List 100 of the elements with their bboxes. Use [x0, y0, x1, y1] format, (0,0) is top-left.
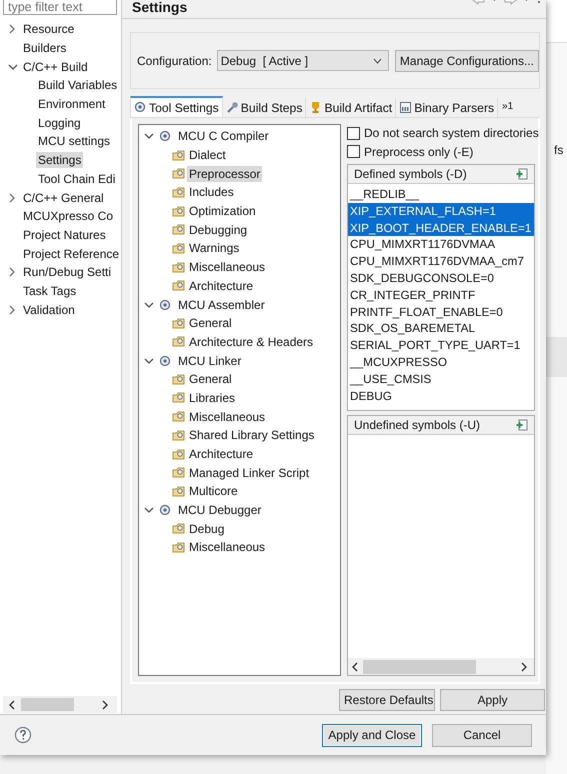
background-text: fs — [553, 143, 564, 157]
folder-gear-icon — [172, 186, 185, 199]
tree-item[interactable]: Managed Linker Script — [187, 464, 312, 481]
folder-gear-icon — [172, 522, 185, 536]
folder-gear-icon — [172, 410, 185, 424]
tree-category[interactable]: MCU C Compiler — [176, 128, 271, 144]
nav-item[interactable]: Project Reference — [21, 246, 121, 262]
tree-category[interactable]: MCU Debugger — [176, 502, 264, 518]
filter-field[interactable]: type filter text — [3, 0, 117, 15]
folder-gear-icon — [172, 242, 185, 255]
tree-item[interactable]: Miscellaneous — [187, 539, 268, 556]
symbol-item[interactable]: PRINTF_FLOAT_ENABLE=0 — [348, 304, 534, 320]
tab[interactable]: Build Artifact — [306, 98, 396, 117]
symbol-item[interactable]: XIP_EXTERNAL_FLASH=1 — [348, 202, 534, 220]
tree-item[interactable]: Debug — [187, 520, 226, 537]
folder-gear-icon — [172, 167, 185, 180]
tree-item[interactable]: Preprocessor — [187, 166, 262, 182]
nav-item[interactable]: Project Natures — [21, 226, 108, 243]
apply-and-close-button[interactable]: Apply and Close — [322, 724, 422, 746]
cancel-button[interactable]: Cancel — [432, 724, 532, 746]
tree-item[interactable]: Shared Library Settings — [187, 427, 316, 444]
tree-item[interactable]: Warnings — [187, 240, 242, 256]
folder-gear-icon — [172, 204, 185, 218]
folder-gear-icon — [172, 540, 185, 554]
tab[interactable]: Build Steps — [222, 98, 306, 117]
symbol-item[interactable]: SDK_OS_BAREMETAL — [348, 320, 534, 338]
configuration-label: Configuration: — [137, 54, 212, 68]
manage-configurations-button[interactable]: Manage Configurations... — [394, 50, 539, 72]
symbol-item[interactable]: SERIAL_PORT_TYPE_UART=1 — [348, 337, 534, 354]
nav-item[interactable]: Build Variables — [36, 77, 120, 94]
tree-item[interactable]: Dialect — [187, 147, 228, 164]
tree-item[interactable]: Architecture — [187, 446, 256, 462]
add-icon[interactable] — [516, 168, 528, 180]
folder-gear-icon — [172, 316, 185, 330]
tab[interactable]: Tool Settings — [130, 96, 223, 117]
folder-gear-icon — [172, 335, 185, 348]
nav-item[interactable]: MCU settings — [36, 133, 112, 150]
nav-item[interactable]: Tool Chain Edi — [36, 170, 118, 187]
nav-item[interactable]: Settings — [36, 152, 84, 168]
nav-item[interactable]: C/C++ General — [21, 190, 106, 206]
folder-gear-icon — [172, 372, 185, 386]
tree-category[interactable]: MCU Assembler — [176, 296, 267, 313]
scroll-left-icon — [351, 662, 359, 672]
symbol-item[interactable]: CR_INTEGER_PRINTF — [348, 286, 534, 304]
chevron-down-icon — [372, 58, 382, 64]
tab[interactable]: Binary Parsers — [396, 98, 498, 117]
folder-gear-icon — [172, 148, 185, 162]
wrench-icon — [226, 101, 239, 114]
nav-item[interactable]: MCUXpresso Co — [21, 208, 116, 224]
folder-gear-icon — [172, 391, 185, 404]
scroll-right-icon — [520, 662, 528, 672]
page-title: Settings — [132, 0, 188, 15]
symbol-item[interactable]: __REDLIB__ — [348, 186, 534, 203]
horizontal-scrollbar[interactable] — [3, 696, 117, 713]
nav-item[interactable]: Logging — [36, 114, 83, 131]
nav-item[interactable]: Resource — [21, 21, 76, 38]
nav-item[interactable]: Builders — [21, 40, 68, 56]
symbol-item[interactable]: SDK_DEBUGCONSOLE=0 — [348, 270, 534, 287]
tree-item[interactable]: General — [187, 371, 234, 388]
tree-item[interactable]: Miscellaneous — [187, 259, 268, 276]
folder-gear-icon — [172, 279, 185, 292]
help-icon[interactable] — [14, 726, 32, 744]
tree-item[interactable]: General — [187, 315, 234, 332]
symbol-item[interactable]: __USE_CMSIS — [348, 370, 534, 388]
configuration-dropdown[interactable]: Debug [ Active ] — [216, 50, 389, 71]
folder-gear-icon — [172, 448, 185, 461]
checkbox[interactable] — [347, 126, 360, 140]
nav-item[interactable]: C/C++ Build — [21, 58, 90, 75]
tree-item[interactable]: Miscellaneous — [187, 408, 268, 425]
list-title: Undefined symbols (-U) — [354, 418, 480, 432]
folder-gear-icon — [172, 223, 185, 236]
restore-defaults-button[interactable]: Restore Defaults — [339, 689, 435, 711]
checkbox-label: Preprocess only (-E) — [364, 144, 474, 159]
more-tabs-button[interactable]: »1 — [502, 101, 514, 112]
scroll-left-icon — [8, 700, 16, 710]
nav-item[interactable]: Validation — [21, 302, 77, 318]
symbol-item[interactable]: DEBUG — [348, 388, 534, 404]
symbol-item[interactable]: CPU_MIMXRT1176DVMAA_cm7 — [348, 253, 534, 270]
horizontal-scrollbar[interactable] — [348, 658, 534, 675]
tree-category[interactable]: MCU Linker — [176, 352, 244, 369]
tree-item[interactable]: Libraries — [187, 390, 238, 406]
document-icon — [399, 101, 412, 114]
symbol-item[interactable]: __MCUXPRESSO — [348, 354, 534, 371]
scroll-right-icon — [101, 700, 109, 710]
tree-item[interactable]: Includes — [187, 184, 236, 200]
nav-item[interactable]: Environment — [36, 96, 108, 112]
tree-item[interactable]: Architecture — [187, 278, 256, 294]
tree-item[interactable]: Optimization — [187, 203, 258, 220]
nav-item[interactable]: Run/Debug Setti — [21, 264, 114, 280]
list-title: Defined symbols (-D) — [354, 167, 467, 181]
apply-button[interactable]: Apply — [440, 689, 545, 711]
checkbox[interactable] — [347, 145, 360, 158]
symbol-item[interactable]: CPU_MIMXRT1176DVMAA — [348, 236, 534, 254]
nav-item[interactable]: Task Tags — [21, 282, 78, 299]
add-icon[interactable] — [516, 419, 528, 431]
tree-item[interactable]: Debugging — [187, 222, 250, 238]
symbol-item[interactable]: XIP_BOOT_HEADER_ENABLE=1 — [348, 220, 534, 236]
checkbox-label: Do not search system directories — [364, 126, 539, 140]
tree-item[interactable]: Multicore — [187, 483, 240, 500]
tree-item[interactable]: Architecture & Headers — [187, 334, 316, 350]
